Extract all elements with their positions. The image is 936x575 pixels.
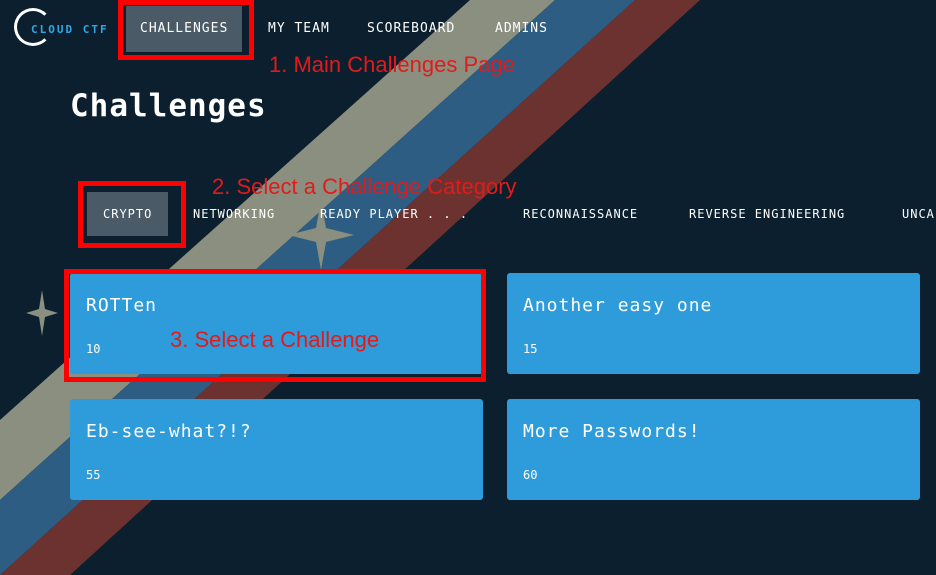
challenge-points: 60 [523, 468, 538, 482]
challenge-card-eb-see-what[interactable]: Eb-see-what?!? 55 [70, 399, 483, 500]
tab-reverse-engineering[interactable]: REVERSE ENGINEERING [689, 192, 845, 236]
annotation-step-2: 2. Select a Challenge Category [212, 174, 517, 199]
challenge-card-another-easy-one[interactable]: Another easy one 15 [507, 273, 920, 374]
annotation-step-1: 1. Main Challenges Page [269, 52, 515, 77]
challenge-points: 15 [523, 342, 538, 356]
nav-item-my-team[interactable]: MY TEAM [268, 6, 330, 52]
nav-item-admins[interactable]: ADMINS [495, 6, 548, 52]
challenge-card-rotten[interactable]: ROTTen 10 [70, 273, 483, 374]
logo-text: CLOUD CTF [31, 23, 109, 36]
top-navbar: CLOUD CTF CHALLENGES MY TEAM SCOREBOARD … [0, 0, 936, 58]
sparkle-icon [26, 290, 58, 336]
annotation-step-3: 3. Select a Challenge [170, 327, 380, 352]
tab-crypto[interactable]: CRYPTO [87, 192, 169, 236]
challenge-name: ROTTen [86, 295, 158, 316]
page-title: Challenges [70, 88, 267, 124]
nav-item-scoreboard[interactable]: SCOREBOARD [367, 6, 455, 52]
challenge-points: 55 [86, 468, 101, 482]
challenge-name: Another easy one [523, 295, 713, 316]
cloud-ctf-logo[interactable]: CLOUD CTF [14, 4, 110, 52]
challenge-card-more-passwords[interactable]: More Passwords! 60 [507, 399, 920, 500]
challenge-points: 10 [86, 342, 101, 356]
challenge-name: More Passwords! [523, 421, 701, 442]
tab-uncategorized[interactable]: UNCA [902, 192, 935, 236]
tab-reconnaissance[interactable]: RECONNAISSANCE [523, 192, 638, 236]
nav-item-challenges[interactable]: CHALLENGES [126, 6, 243, 52]
challenge-name: Eb-see-what?!? [86, 421, 252, 442]
